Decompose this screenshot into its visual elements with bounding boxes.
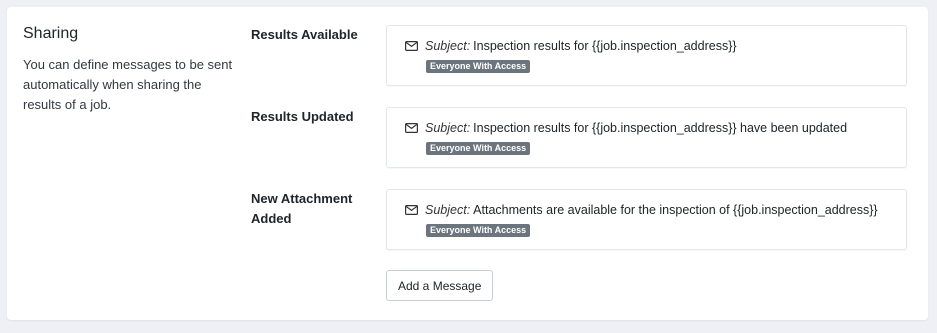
envelope-icon: [405, 41, 418, 51]
subject-label: Subject:: [425, 39, 471, 53]
section-title: Sharing: [23, 25, 79, 42]
message-results-available[interactable]: Subject: Inspection results for {{job.ins…: [386, 25, 907, 86]
message-subject-line: Subject: Inspection results for {{job.ins…: [405, 38, 737, 54]
recipient-badge: Everyone With Access: [426, 224, 531, 237]
subject-label: Subject:: [425, 203, 471, 217]
message-subject-line: Subject: Attachments are available for th…: [405, 202, 878, 218]
subject-text: Inspection results for {{job.inspection_…: [473, 39, 737, 53]
recipient-badge: Everyone With Access: [426, 142, 531, 155]
message-subject-line: Subject: Inspection results for {{job.ins…: [405, 120, 847, 136]
row-label-results-available: Results Available: [251, 27, 358, 42]
subject-text: Attachments are available for the inspec…: [473, 203, 878, 217]
add-message-button[interactable]: Add a Message: [386, 270, 494, 301]
envelope-icon: [405, 205, 418, 215]
subject-label: Subject:: [425, 121, 471, 135]
subject-text: Inspection results for {{job.inspection_…: [473, 121, 848, 135]
recipient-badge: Everyone With Access: [426, 60, 531, 73]
sharing-settings-card: Sharing You can define messages to be se…: [7, 7, 928, 320]
envelope-icon: [405, 123, 418, 133]
row-label-results-updated: Results Updated: [251, 109, 354, 124]
message-results-updated[interactable]: Subject: Inspection results for {{job.ins…: [386, 107, 907, 168]
section-description: You can define messages to be sent autom…: [23, 57, 233, 112]
message-new-attachment-added[interactable]: Subject: Attachments are available for th…: [386, 189, 907, 250]
row-label-new-attachment-added: New Attachment Added: [251, 191, 353, 226]
